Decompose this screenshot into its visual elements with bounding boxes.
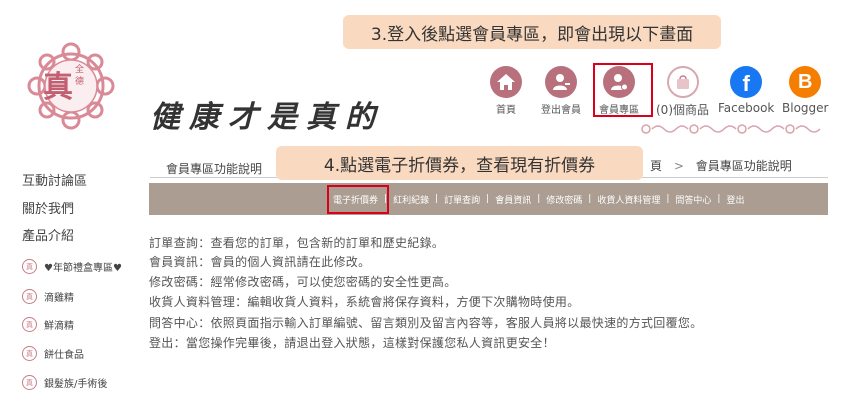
breadcrumb-home[interactable]: 頁 [650,159,662,173]
sidebar-category-newyear[interactable]: 真 ♥年節禮盒專區♥ [22,259,122,274]
category-seal-icon: 真 [22,346,37,361]
category-seal-icon: 真 [22,317,37,332]
highlight-ecoupon [327,185,389,214]
logo-seal-text: 真 [43,70,73,105]
menu-change-password[interactable]: 修改密碼 [546,193,582,206]
sidebar-category-senior[interactable]: 真 銀髮族/手術後 [22,375,107,390]
nav-home-label: 首頁 [496,105,516,116]
chevron-right-icon: > [673,159,684,173]
menu-bonus-record[interactable]: 紅利紀錄 [393,193,429,206]
nav-logout-label: 登出會員 [541,105,581,116]
sidebar-category-fresh-essence[interactable]: 真 鮮滴精 [22,317,74,332]
sidebar-link-products[interactable]: 產品介紹 [22,225,74,244]
highlight-member-area [593,63,653,117]
menu-separator: | [537,194,541,204]
menu-separator: | [717,194,721,204]
menu-separator: | [435,194,439,204]
instruction-callout-step4: 4.點選電子折價券，查看現有折價券 [276,146,643,180]
sidebar-category-chicken-essence[interactable]: 真 滴雞精 [22,289,74,304]
category-seal-icon: 真 [22,259,37,274]
sidebar-category-foods[interactable]: 真 餅仕食品 [22,346,84,361]
description-order-query: 訂單查詢：查看您的訂單，包含新的訂單和歷史紀錄。 [149,236,445,250]
sidebar-link-about[interactable]: 關於我們 [22,198,74,217]
sidebar-category-label: 銀髮族/手術後 [44,379,108,390]
description-logout: 登出：當您操作完畢後，請退出登入狀態，這樣對保護您私人資訊更安全！ [149,336,555,350]
nav-facebook[interactable]: f Facebook [718,66,774,115]
nav-logout[interactable]: 登出會員 [541,66,581,116]
description-change-password: 修改密碼：經常修改密碼，可以使您密碼的安全性更高。 [149,275,457,289]
sidebar-link-forum[interactable]: 互動討論區 [22,170,87,189]
user-logout-icon [545,66,577,98]
category-seal-icon: 真 [22,289,37,304]
home-icon [490,66,522,98]
logo-seal-subtext: 全 德 [75,65,85,87]
menu-logout[interactable]: 登出 [726,193,744,206]
description-member-info: 會員資訊：會員的個人資訊請在此修改。 [149,255,371,269]
sidebar-category-label: 鮮滴精 [44,321,74,332]
member-section-title: 會員專區功能說明 [166,162,263,176]
nav-blogger-label: Blogger [782,101,829,115]
member-menu-bar: 電子折價券 | 紅利紀錄 | 訂單查詢 | 會員資訊 | 修改密碼 | 收貨人資料管理 | … [149,183,828,215]
instruction-callout-step3: 3.登入後點選會員專區，即會出現以下畫面 [343,15,721,49]
blogger-icon: B [789,66,822,98]
nav-facebook-label: Facebook [718,101,775,115]
description-qa-center: 問答中心：依照頁面指示輸入訂單編號、留言類別及留言內容等，客服人員將以最快速的方… [149,316,703,330]
breadcrumb: 頁 > 會員專區功能說明 [650,157,792,174]
sidebar-category-label: 餅仕食品 [44,350,84,361]
category-seal-icon: 真 [22,375,37,390]
menu-recipient-management[interactable]: 收貨人資料管理 [597,193,660,206]
menu-qa-center[interactable]: 問答中心 [675,193,711,206]
breadcrumb-current: 會員專區功能說明 [695,159,792,173]
sidebar-category-label: 滴雞精 [44,293,74,304]
brand-slogan: 健康才是真的 [150,100,384,135]
menu-separator: | [486,194,490,204]
nav-blogger[interactable]: B Blogger [782,66,828,115]
nav-cart[interactable]: (0)個商品 [656,66,709,118]
decorative-ornament-border [638,120,828,134]
menu-order-query[interactable]: 訂單查詢 [444,193,480,206]
menu-separator: | [666,194,670,204]
facebook-icon: f [730,66,763,98]
menu-separator: | [588,194,592,204]
cart-bag-icon [666,66,699,98]
nav-cart-label: (0)個商品 [656,103,709,117]
sidebar-category-label: ♥年節禮盒專區♥ [44,263,122,274]
nav-home[interactable]: 首頁 [490,66,522,116]
description-recipient-management: 收貨人資料管理：編輯收貨人資料，系統會將保存資料，方便下次購物時使用。 [149,295,580,309]
menu-member-info[interactable]: 會員資訊 [495,193,531,206]
